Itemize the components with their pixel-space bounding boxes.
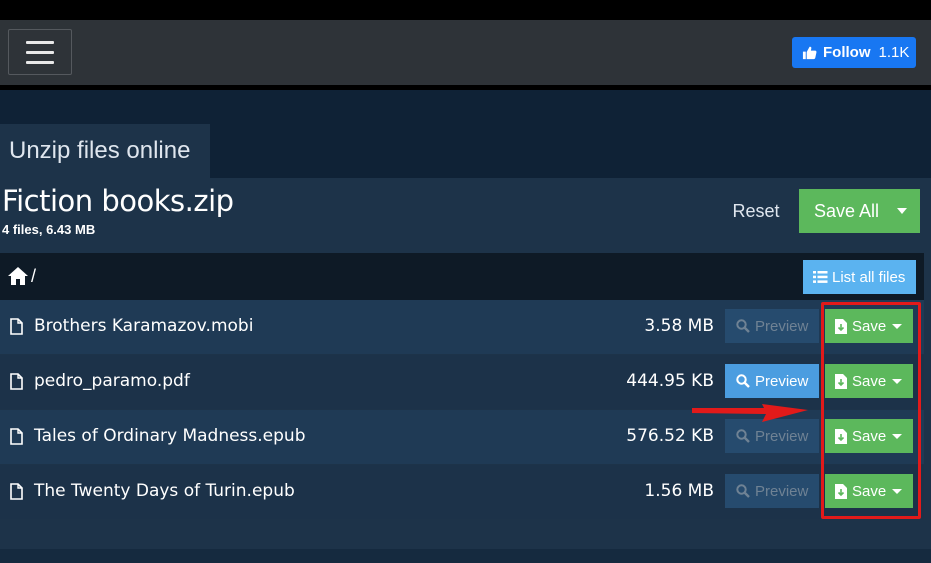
top-black-strip [0, 0, 931, 20]
file-name[interactable]: Tales of Ordinary Madness.epub [34, 426, 306, 446]
file-icon [10, 373, 23, 390]
save-button[interactable]: Save [825, 419, 913, 453]
file-size: 1.56 MB [644, 481, 714, 501]
hamburger-icon-bar [26, 60, 54, 64]
file-row: Tales of Ordinary Madness.epub 576.52 KB… [0, 410, 924, 464]
list-all-files-button[interactable]: List all files [803, 260, 916, 294]
breadcrumb [0, 253, 924, 300]
caret-down-icon[interactable] [892, 434, 902, 439]
search-icon [736, 319, 750, 333]
save-all-label: Save All [814, 200, 880, 221]
search-icon [736, 429, 750, 443]
facebook-follow-button[interactable]: Follow 1.1K [792, 37, 916, 68]
file-download-icon [835, 428, 847, 444]
tab-unzip-files-online[interactable]: Unzip files online [0, 124, 210, 178]
preview-button[interactable]: Preview [725, 364, 819, 398]
follow-label: Follow [823, 44, 871, 61]
list-all-files-label: List all files [832, 268, 906, 286]
file-name[interactable]: Brothers Karamazov.mobi [34, 316, 253, 336]
save-label: Save [852, 317, 887, 335]
preview-label: Preview [755, 372, 809, 390]
file-download-icon [835, 318, 847, 334]
file-icon [10, 318, 23, 335]
save-button[interactable]: Save [825, 474, 913, 508]
caret-down-icon[interactable] [892, 324, 902, 329]
hamburger-icon-bar [26, 40, 54, 44]
file-size: 3.58 MB [644, 316, 714, 336]
archive-summary: 4 files, 6.43 MB [2, 222, 96, 237]
file-download-icon [835, 483, 847, 499]
preview-label: Preview [755, 427, 809, 445]
archive-title: Fiction books.zip [2, 184, 234, 218]
hamburger-icon-bar [26, 50, 54, 54]
menu-toggle-button[interactable] [8, 29, 72, 75]
save-all-button[interactable]: Save All [799, 189, 920, 233]
file-size: 576.52 KB [626, 426, 714, 446]
navbar-divider [0, 85, 931, 90]
file-name[interactable]: The Twenty Days of Turin.epub [34, 481, 295, 501]
save-button[interactable]: Save [825, 364, 913, 398]
save-label: Save [852, 482, 887, 500]
save-button[interactable]: Save [825, 309, 913, 343]
file-size: 444.95 KB [626, 371, 714, 391]
reset-button[interactable]: Reset [722, 196, 790, 226]
caret-down-icon[interactable] [892, 489, 902, 494]
file-download-icon [835, 373, 847, 389]
caret-down-icon[interactable] [897, 208, 907, 214]
preview-label: Preview [755, 317, 809, 335]
search-icon [736, 484, 750, 498]
file-row: The Twenty Days of Turin.epub 1.56 MB Pr… [0, 465, 924, 519]
file-row: Brothers Karamazov.mobi 3.58 MB Preview … [0, 300, 924, 354]
breadcrumb-path: / [31, 266, 37, 286]
caret-down-icon[interactable] [892, 379, 902, 384]
save-label: Save [852, 372, 887, 390]
preview-label: Preview [755, 482, 809, 500]
save-label: Save [852, 427, 887, 445]
preview-button[interactable]: Preview [725, 419, 819, 453]
search-icon [736, 374, 750, 388]
preview-button[interactable]: Preview [725, 309, 819, 343]
file-row: pedro_paramo.pdf 444.95 KB Preview Save [0, 355, 924, 409]
list-icon [813, 271, 828, 283]
file-icon [10, 483, 23, 500]
file-name[interactable]: pedro_paramo.pdf [34, 371, 190, 391]
follow-count: 1.1K [878, 44, 910, 61]
thumbs-up-icon [802, 46, 817, 60]
footer-band [0, 549, 931, 563]
file-icon [10, 428, 23, 445]
preview-button[interactable]: Preview [725, 474, 819, 508]
home-icon[interactable] [7, 266, 29, 286]
